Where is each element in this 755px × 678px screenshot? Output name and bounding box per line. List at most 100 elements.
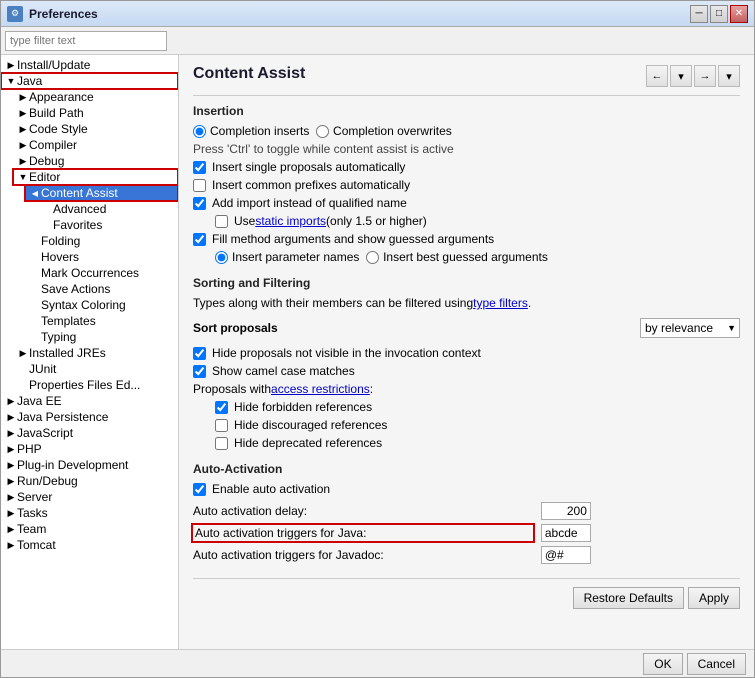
title-bar: ⚙ Preferences ─ □ ✕ [1, 1, 754, 27]
maximize-button[interactable]: □ [710, 5, 728, 23]
insert-param-radio[interactable] [215, 251, 228, 264]
sidebar-item-junit[interactable]: JUnit [13, 361, 178, 377]
insert-param-label: Insert parameter names [232, 250, 359, 264]
sorting-section-title: Sorting and Filtering [193, 276, 740, 290]
hide-not-visible-checkbox[interactable] [193, 347, 206, 360]
sidebar-item-tomcat[interactable]: ▶ Tomcat [1, 537, 178, 553]
hide-forbidden-checkbox[interactable] [215, 401, 228, 414]
hide-forbidden-label: Hide forbidden references [234, 400, 372, 414]
sidebar-item-editor[interactable]: ▼ Editor [13, 169, 178, 185]
hide-forbidden-row: Hide forbidden references [215, 398, 740, 416]
filter-input[interactable] [5, 31, 167, 51]
arrow-icon: ▶ [5, 59, 17, 71]
insert-single-checkbox[interactable] [193, 161, 206, 174]
preferences-window: ⚙ Preferences ─ □ ✕ ▶ Install/Update ▼ [0, 0, 755, 678]
hide-deprecated-checkbox[interactable] [215, 437, 228, 450]
insert-best-label: Insert best guessed arguments [383, 250, 548, 264]
bottom-bar: OK Cancel [1, 649, 754, 677]
arrow-icon: ▶ [5, 507, 17, 519]
sidebar-item-favorites[interactable]: Favorites [37, 217, 178, 233]
completion-overwrites-label: Completion overwrites [333, 124, 452, 138]
use-static-row: Use static imports (only 1.5 or higher) [215, 212, 740, 230]
sidebar-item-installed-jres[interactable]: ▶ Installed JREs [13, 345, 178, 361]
insert-common-checkbox[interactable] [193, 179, 206, 192]
close-button[interactable]: ✕ [730, 5, 748, 23]
sidebar-item-syntax-coloring[interactable]: Syntax Coloring [25, 297, 178, 313]
window-controls: ─ □ ✕ [690, 5, 748, 23]
arrow-icon: ▶ [17, 91, 29, 103]
sidebar-item-typing[interactable]: Typing [25, 329, 178, 345]
sidebar-item-java-persistence[interactable]: ▶ Java Persistence [1, 409, 178, 425]
completion-overwrites-radio[interactable] [316, 125, 329, 138]
sidebar-item-php[interactable]: ▶ PHP [1, 441, 178, 457]
use-static-checkbox[interactable] [215, 215, 228, 228]
insert-single-label: Insert single proposals automatically [212, 160, 405, 174]
window-icon: ⚙ [7, 6, 23, 22]
hide-not-visible-row: Hide proposals not visible in the invoca… [193, 344, 740, 362]
hide-deprecated-label: Hide deprecated references [234, 436, 382, 450]
restore-defaults-button[interactable]: Restore Defaults [573, 587, 684, 609]
filter-toolbar [1, 27, 754, 55]
type-filters-row: Types along with their members can be fi… [193, 294, 740, 312]
arrow-icon: ▶ [5, 395, 17, 407]
delay-input[interactable] [541, 502, 591, 520]
sidebar-item-server[interactable]: ▶ Server [1, 489, 178, 505]
sidebar-item-mark-occurrences[interactable]: Mark Occurrences [25, 265, 178, 281]
sidebar-item-compiler[interactable]: ▶ Compiler [13, 137, 178, 153]
panel-footer: Restore Defaults Apply [193, 578, 740, 609]
sidebar-item-team[interactable]: ▶ Team [1, 521, 178, 537]
arrow-icon: ▶ [5, 411, 17, 423]
insert-common-row: Insert common prefixes automatically [193, 176, 740, 194]
fill-method-checkbox[interactable] [193, 233, 206, 246]
show-camel-case-label: Show camel case matches [212, 364, 355, 378]
sidebar-item-install-update[interactable]: ▶ Install/Update [1, 57, 178, 73]
sidebar-item-folding[interactable]: Folding [25, 233, 178, 249]
enable-auto-activation-checkbox[interactable] [193, 483, 206, 496]
completion-inserts-radio[interactable] [193, 125, 206, 138]
completion-inserts-row: Completion inserts Completion overwrites [193, 122, 740, 140]
enable-auto-activation-label: Enable auto activation [212, 482, 330, 496]
sidebar-item-tasks[interactable]: ▶ Tasks [1, 505, 178, 521]
sidebar-item-code-style[interactable]: ▶ Code Style [13, 121, 178, 137]
cancel-button[interactable]: Cancel [687, 653, 746, 675]
back-button[interactable]: ← [646, 65, 668, 87]
static-imports-link[interactable]: static imports [255, 214, 326, 228]
sidebar-item-save-actions[interactable]: Save Actions [25, 281, 178, 297]
apply-button[interactable]: Apply [688, 587, 740, 609]
sort-select[interactable]: by relevance alphabetically [640, 318, 740, 338]
forward-button[interactable]: → [694, 65, 716, 87]
type-filters-link[interactable]: type filters [473, 296, 528, 310]
sidebar-item-debug[interactable]: ▶ Debug [13, 153, 178, 169]
sidebar-item-javascript[interactable]: ▶ JavaScript [1, 425, 178, 441]
sidebar-item-content-assist[interactable]: ◀ Content Assist [25, 185, 178, 201]
show-camel-case-checkbox[interactable] [193, 365, 206, 378]
hide-not-visible-label: Hide proposals not visible in the invoca… [212, 346, 481, 360]
javadoc-triggers-input[interactable] [541, 546, 591, 564]
forward-dropdown-button[interactable]: ▾ [718, 65, 740, 87]
arrow-icon: ▶ [5, 491, 17, 503]
insert-best-radio[interactable] [366, 251, 379, 264]
delay-label: Auto activation delay: [193, 504, 533, 518]
access-restrictions-link[interactable]: access restrictions [271, 382, 370, 396]
sidebar-item-java[interactable]: ▼ Java [1, 73, 178, 89]
sidebar-item-build-path[interactable]: ▶ Build Path [13, 105, 178, 121]
hide-discouraged-checkbox[interactable] [215, 419, 228, 432]
arrow-icon [29, 267, 41, 279]
insert-common-label: Insert common prefixes automatically [212, 178, 410, 192]
sidebar-item-properties-files[interactable]: Properties Files Ed... [13, 377, 178, 393]
sidebar-item-run-debug[interactable]: ▶ Run/Debug [1, 473, 178, 489]
back-dropdown-button[interactable]: ▾ [670, 65, 692, 87]
sidebar-item-templates[interactable]: Templates [25, 313, 178, 329]
sidebar-item-hovers[interactable]: Hovers [25, 249, 178, 265]
add-import-checkbox[interactable] [193, 197, 206, 210]
ok-button[interactable]: OK [643, 653, 682, 675]
hide-discouraged-label: Hide discouraged references [234, 418, 387, 432]
minimize-button[interactable]: ─ [690, 5, 708, 23]
sidebar-item-plugin-development[interactable]: ▶ Plug-in Development [1, 457, 178, 473]
java-triggers-input[interactable] [541, 524, 591, 542]
arrow-icon: ◀ [29, 187, 41, 199]
sidebar-item-java-ee[interactable]: ▶ Java EE [1, 393, 178, 409]
sidebar-item-advanced[interactable]: Advanced [37, 201, 178, 217]
java-triggers-label: Auto activation triggers for Java: [193, 525, 533, 541]
sidebar-item-appearance[interactable]: ▶ Appearance [13, 89, 178, 105]
